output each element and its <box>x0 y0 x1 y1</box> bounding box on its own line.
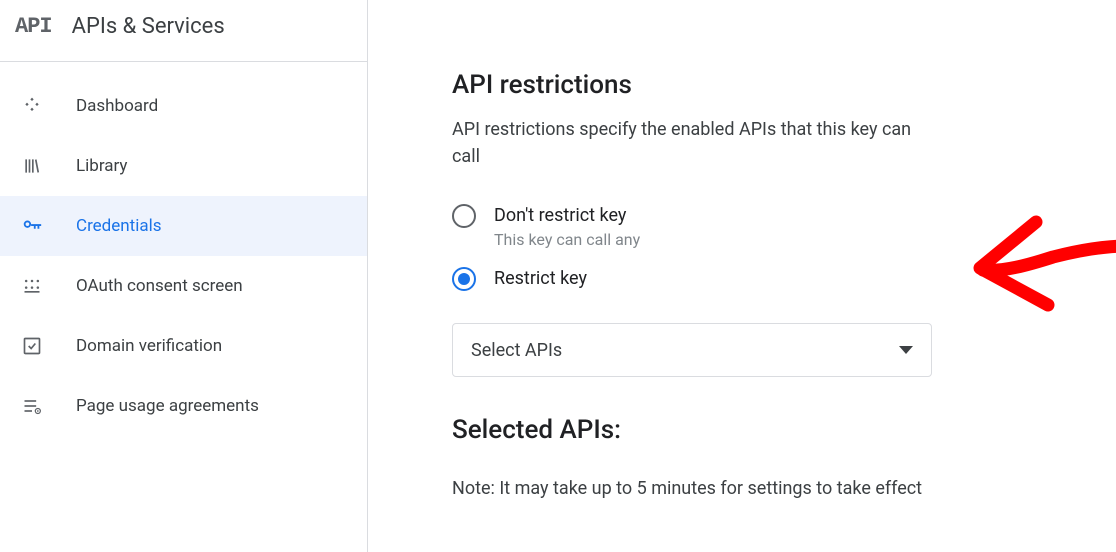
main-content: API restrictions API restrictions specif… <box>368 0 1116 552</box>
sidebar-item-pageusage[interactable]: Page usage agreements <box>0 376 367 436</box>
radio-dont-restrict[interactable]: Don't restrict key This key can call any <box>452 204 1096 249</box>
radio-label: Restrict key <box>494 267 587 291</box>
select-apis-dropdown[interactable]: Select APIs <box>452 323 932 377</box>
radio-restrict[interactable]: Restrict key <box>452 267 1096 291</box>
radio-icon <box>452 204 476 228</box>
sidebar-item-dashboard[interactable]: Dashboard <box>0 76 367 136</box>
library-icon <box>20 154 44 178</box>
list-gear-icon <box>20 394 44 418</box>
chevron-down-icon <box>899 346 913 354</box>
sidebar-item-label: Dashboard <box>76 96 158 116</box>
selected-apis-title: Selected APIs: <box>452 415 1096 445</box>
api-logo-icon: API <box>15 14 52 39</box>
sidebar-item-label: Credentials <box>76 216 162 236</box>
sidebar-nav: Dashboard Library Credentials OAuth cons… <box>0 62 367 436</box>
sidebar-item-label: Library <box>76 156 127 176</box>
consent-icon <box>20 274 44 298</box>
checkbox-icon <box>20 334 44 358</box>
sidebar-item-oauth[interactable]: OAuth consent screen <box>0 256 367 316</box>
sidebar-item-label: OAuth consent screen <box>76 276 243 296</box>
sidebar-item-library[interactable]: Library <box>0 136 367 196</box>
select-placeholder: Select APIs <box>471 340 562 361</box>
dashboard-icon <box>20 94 44 118</box>
section-description: API restrictions specify the enabled API… <box>452 116 932 170</box>
radio-sublabel: This key can call any <box>494 230 640 249</box>
sidebar-item-label: Page usage agreements <box>76 396 259 416</box>
radio-icon <box>452 267 476 291</box>
sidebar-item-label: Domain verification <box>76 336 222 356</box>
sidebar: API APIs & Services Dashboard Library <box>0 0 368 552</box>
sidebar-title: APIs & Services <box>72 14 225 39</box>
sidebar-item-credentials[interactable]: Credentials <box>0 196 367 256</box>
restriction-radio-group: Don't restrict key This key can call any… <box>452 204 1096 291</box>
key-icon <box>20 214 44 238</box>
radio-label: Don't restrict key <box>494 204 640 228</box>
sidebar-item-domain[interactable]: Domain verification <box>0 316 367 376</box>
section-title: API restrictions <box>452 70 1096 100</box>
sidebar-header: API APIs & Services <box>0 0 367 62</box>
settings-note: Note: It may take up to 5 minutes for se… <box>452 475 932 502</box>
